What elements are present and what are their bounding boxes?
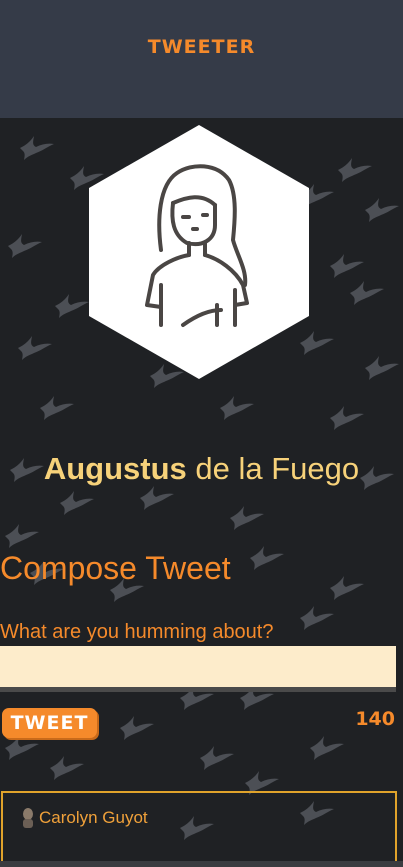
compose-label: What are you humming about? [0,621,274,643]
tweet-input[interactable] [0,646,396,692]
user-avatar-icon [23,808,33,828]
divider [0,861,403,867]
app-header: TWEETER [0,0,403,118]
compose-title: Compose Tweet [0,550,231,586]
brand-logo[interactable]: TWEETER [148,36,255,58]
tweet-button[interactable]: TWEET [2,708,97,738]
character-counter: 140 [355,708,395,730]
profile-name: Augustus de la Fuego [0,451,403,487]
profile-first-name: Augustus [43,451,187,486]
tweet-card: Carolyn Guyot [1,791,397,867]
tweet-author: Carolyn Guyot [21,807,148,829]
main-content: Augustus de la Fuego Compose Tweet What … [0,118,403,867]
person-avatar-icon [89,125,309,379]
tweet-author-name[interactable]: Carolyn Guyot [39,808,148,828]
profile-last-name: de la Fuego [195,451,360,486]
profile-avatar [87,125,311,379]
